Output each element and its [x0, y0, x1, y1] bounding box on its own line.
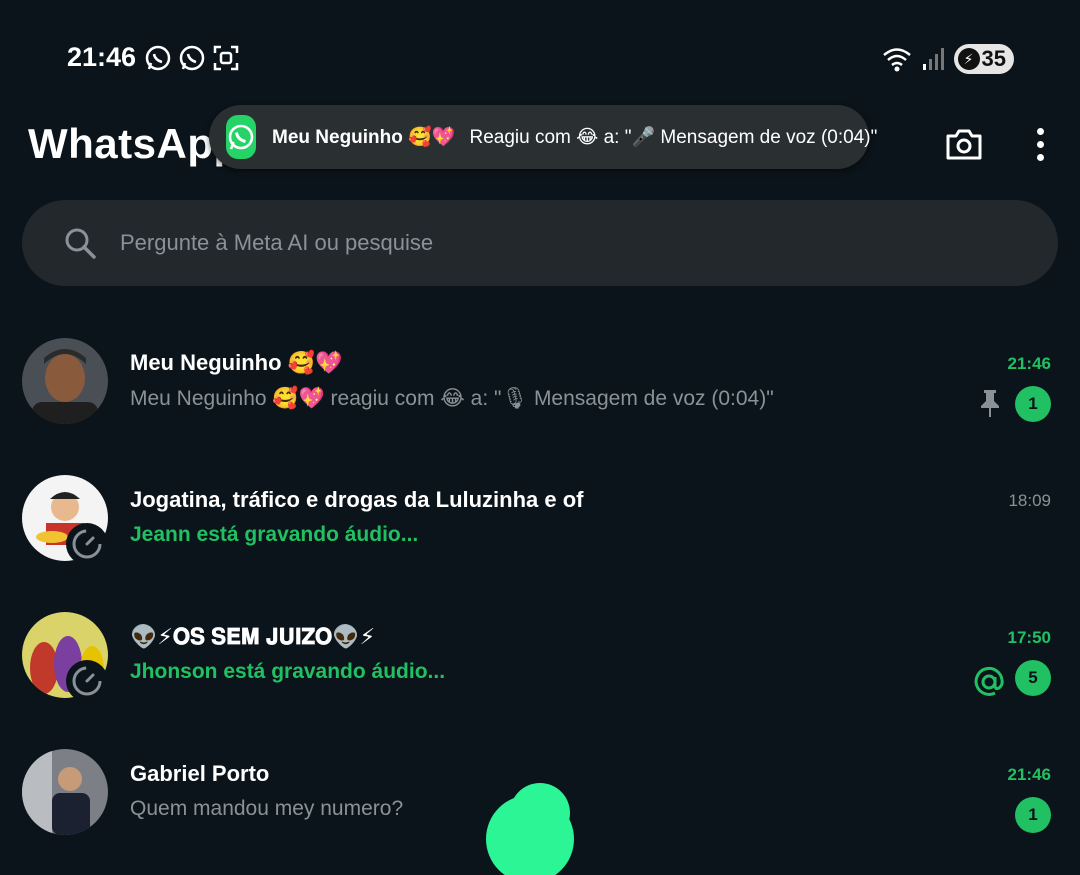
wifi-icon [882, 48, 911, 72]
chat-item[interactable]: Jogatina, tráfico e drogas da Luluzinha … [0, 475, 1080, 585]
floating-blob [486, 783, 574, 875]
status-time: 21:46 [67, 42, 137, 72]
toast-sender: Meu Neguinho 🥰💖 [272, 127, 456, 148]
chat-time: 21:46 [1007, 765, 1051, 784]
system-icons: ⚡ 35 [882, 44, 1014, 74]
app-title: WhatsApp [28, 120, 240, 167]
camera-icon [946, 129, 982, 160]
chat-name: Jogatina, tráfico e drogas da Luluzinha … [130, 487, 584, 512]
more-vertical-icon [1036, 127, 1044, 135]
chat-item[interactable]: 👽⚡𝐎𝐒 𝐒𝐄𝐌 𝐉𝐔𝐈𝐙𝐎👽⚡ Jhonson está gravando á… [0, 612, 1080, 722]
pin-icon [981, 390, 999, 417]
chat-name: Gabriel Porto [130, 761, 270, 786]
unread-badge: 1 [1015, 386, 1051, 422]
whatsapp-icon [145, 45, 171, 71]
more-options-button[interactable] [1028, 124, 1052, 164]
chat-item[interactable]: Meu Neguinho 🥰💖 Meu Neguinho 🥰💖 reagiu c… [0, 338, 1080, 448]
chat-preview: Jeann está gravando áudio... [130, 523, 419, 546]
search-icon [65, 228, 96, 259]
avatar[interactable] [22, 749, 108, 835]
toast-text: Meu Neguinho 🥰💖 Reagiu com 😂 a: "🎤 Mensa… [272, 125, 877, 149]
chat-time: 21:46 [1007, 354, 1051, 373]
avatar[interactable] [22, 338, 108, 424]
notification-icons [144, 44, 240, 72]
search-bar[interactable] [22, 200, 1058, 286]
chat-name: 👽⚡𝐎𝐒 𝐒𝐄𝐌 𝐉𝐔𝐈𝐙𝐎👽⚡ [130, 624, 376, 649]
battery-level: 35 [981, 46, 1006, 71]
notification-toast[interactable]: Meu Neguinho 🥰💖 Reagiu com 😂 a: "🎤 Mensa… [209, 105, 877, 169]
whatsapp-logo-icon [226, 115, 256, 159]
whatsapp-icon [179, 45, 205, 71]
chat-time: 18:09 [1008, 491, 1051, 510]
chat-preview: Quem mandou mey numero? [130, 797, 404, 820]
unread-badge: 5 [1015, 660, 1051, 696]
signal-icon [922, 48, 944, 70]
toast-message: Reagiu com 😂 a: "🎤 Mensagem de voz (0:04… [469, 127, 878, 148]
battery-indicator: ⚡ 35 [953, 44, 1014, 74]
charging-icon: ⚡ [957, 48, 980, 70]
mention-icon [974, 666, 1004, 696]
search-input[interactable] [118, 229, 972, 257]
chat-time: 17:50 [1007, 628, 1051, 647]
chat-name: Meu Neguinho 🥰💖 [130, 350, 343, 375]
screenshot-icon [213, 45, 239, 71]
camera-button[interactable] [944, 124, 984, 164]
chat-preview: Meu Neguinho 🥰💖 reagiu com 😂 a: "🎙 Mensa… [130, 387, 774, 410]
chat-preview: Jhonson está gravando áudio... [130, 660, 446, 683]
status-bar: 21:46 ⚡ 35 [0, 0, 1080, 110]
status-timer-icon [66, 523, 108, 565]
unread-badge: 1 [1015, 797, 1051, 833]
status-timer-icon [66, 660, 108, 702]
